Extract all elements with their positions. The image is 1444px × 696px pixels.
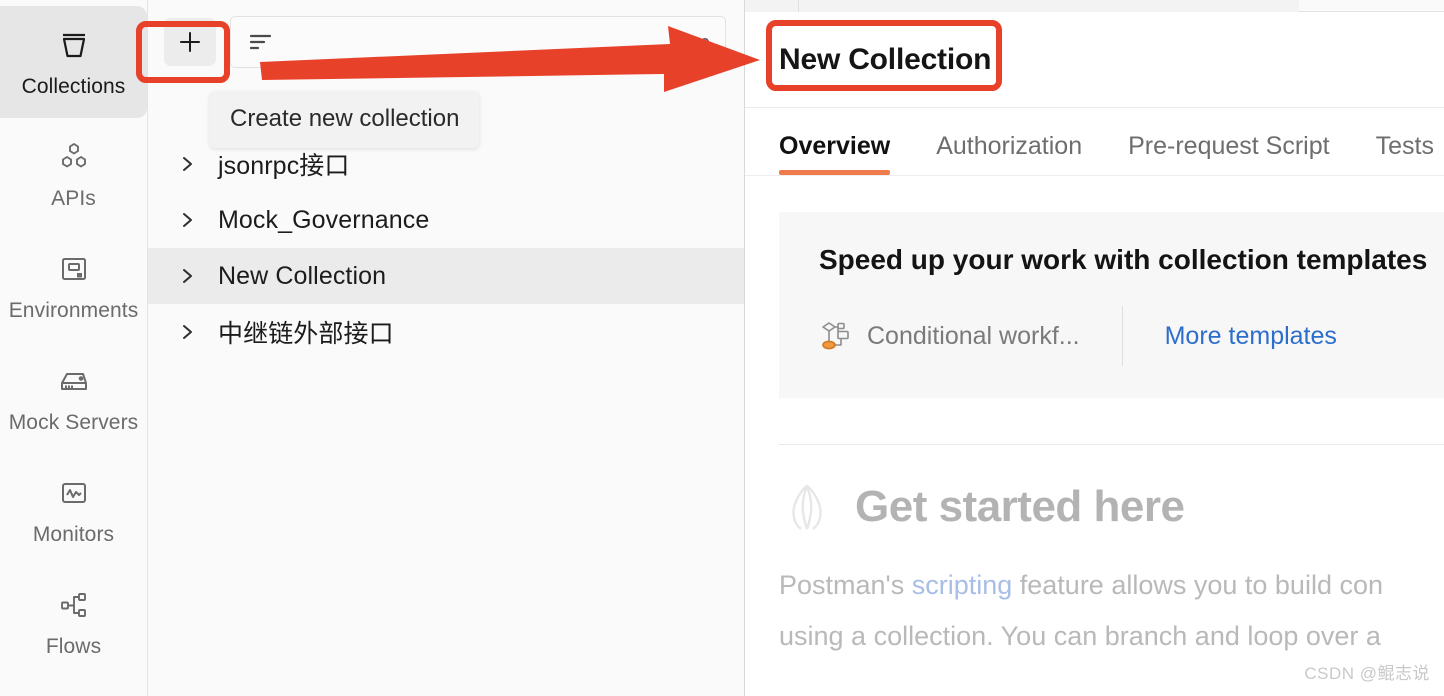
chevron-right-icon[interactable] [180,152,196,176]
list-item[interactable]: 中继链外部接口 [148,304,744,360]
rail-label-environments: Environments [8,299,139,322]
postman-logo-icon [779,479,835,535]
paragraph-text-post: feature allows you to build con [1012,570,1383,600]
editor-tab[interactable] [799,0,1299,12]
collection-tabs: Overview Authorization Pre-request Scrip… [745,108,1444,176]
workflow-icon [819,319,853,353]
rail-item-flows[interactable]: Flows [0,566,147,678]
templates-heading: Speed up your work with collection templ… [819,244,1428,275]
rail-item-monitors[interactable]: Monitors [0,454,147,566]
rail-label-flows: Flows [45,635,102,658]
postman-window: Collections APIs Environments Mock Serve… [0,0,1444,696]
collection-name: Mock_Governance [218,205,430,234]
template-label: Conditional workf... [867,321,1080,350]
ellipsis-icon[interactable] [677,35,711,49]
collections-search-bar[interactable] [230,16,726,68]
tab-pre-request-script[interactable]: Pre-request Script [1128,132,1329,175]
paragraph-text-pre: Postman's [779,570,912,600]
collection-name: 中继链外部接口 [218,320,394,348]
collections-icon [54,25,94,65]
filter-sort-icon[interactable] [245,27,275,57]
rail-label-apis: APIs [51,187,96,210]
environments-icon [54,249,94,289]
page-title: New Collection [779,42,992,76]
collections-toolbar [148,0,744,84]
tab-authorization[interactable]: Authorization [936,132,1082,175]
chevron-right-icon[interactable] [180,320,196,344]
collection-detail-panel: New Collection Overview Authorization Pr… [745,0,1444,696]
collections-pane: nce jsonrpc接口 Mock_Governance [148,0,745,696]
rail-label-monitors: Monitors [32,523,115,546]
flows-icon [54,585,94,625]
get-started-header: Get started here [779,479,1444,535]
section-divider [779,444,1444,445]
editor-tab[interactable] [745,0,799,12]
collection-name: jsonrpc接口 [218,152,350,180]
create-new-collection-tooltip: Create new collection [210,92,480,148]
rail-item-collections[interactable]: Collections [0,6,147,118]
chevron-right-icon[interactable] [180,208,196,232]
plus-icon [164,18,216,66]
primary-nav-rail: Collections APIs Environments Mock Serve… [0,0,148,696]
tab-tests[interactable]: Tests [1376,132,1434,175]
scripting-link[interactable]: scripting [912,570,1013,600]
collection-name: New Collection [218,261,387,290]
template-conditional-workflow[interactable]: Conditional workf... [819,319,1122,353]
get-started-paragraph-line1: Postman's scripting feature allows you t… [779,563,1444,608]
more-templates-link[interactable]: More templates [1123,322,1337,351]
rail-label-mock-servers: Mock Servers [8,411,139,434]
tab-strip [745,0,1444,12]
watermark: CSDN @鲲志说 [1304,664,1430,683]
create-new-collection-button[interactable] [156,13,224,71]
list-item[interactable]: New Collection [148,248,744,304]
rail-label-collections: Collections [21,75,126,98]
chevron-right-icon[interactable] [180,264,196,288]
templates-row: Conditional workf... More templates [819,306,1444,366]
mock-servers-icon [54,361,94,401]
apis-icon [54,137,94,177]
get-started-title: Get started here [855,482,1185,531]
rail-item-mock-servers[interactable]: Mock Servers [0,342,147,454]
monitors-icon [54,473,94,513]
tab-overview[interactable]: Overview [779,132,891,175]
get-started-paragraph-line2: using a collection. You can branch and l… [779,620,1381,651]
rail-item-environments[interactable]: Environments [0,230,147,342]
collection-title-bar: New Collection [745,12,1444,108]
collection-templates-card: Speed up your work with collection templ… [779,212,1444,398]
list-item[interactable]: Mock_Governance [148,192,744,248]
rail-item-apis[interactable]: APIs [0,118,147,230]
